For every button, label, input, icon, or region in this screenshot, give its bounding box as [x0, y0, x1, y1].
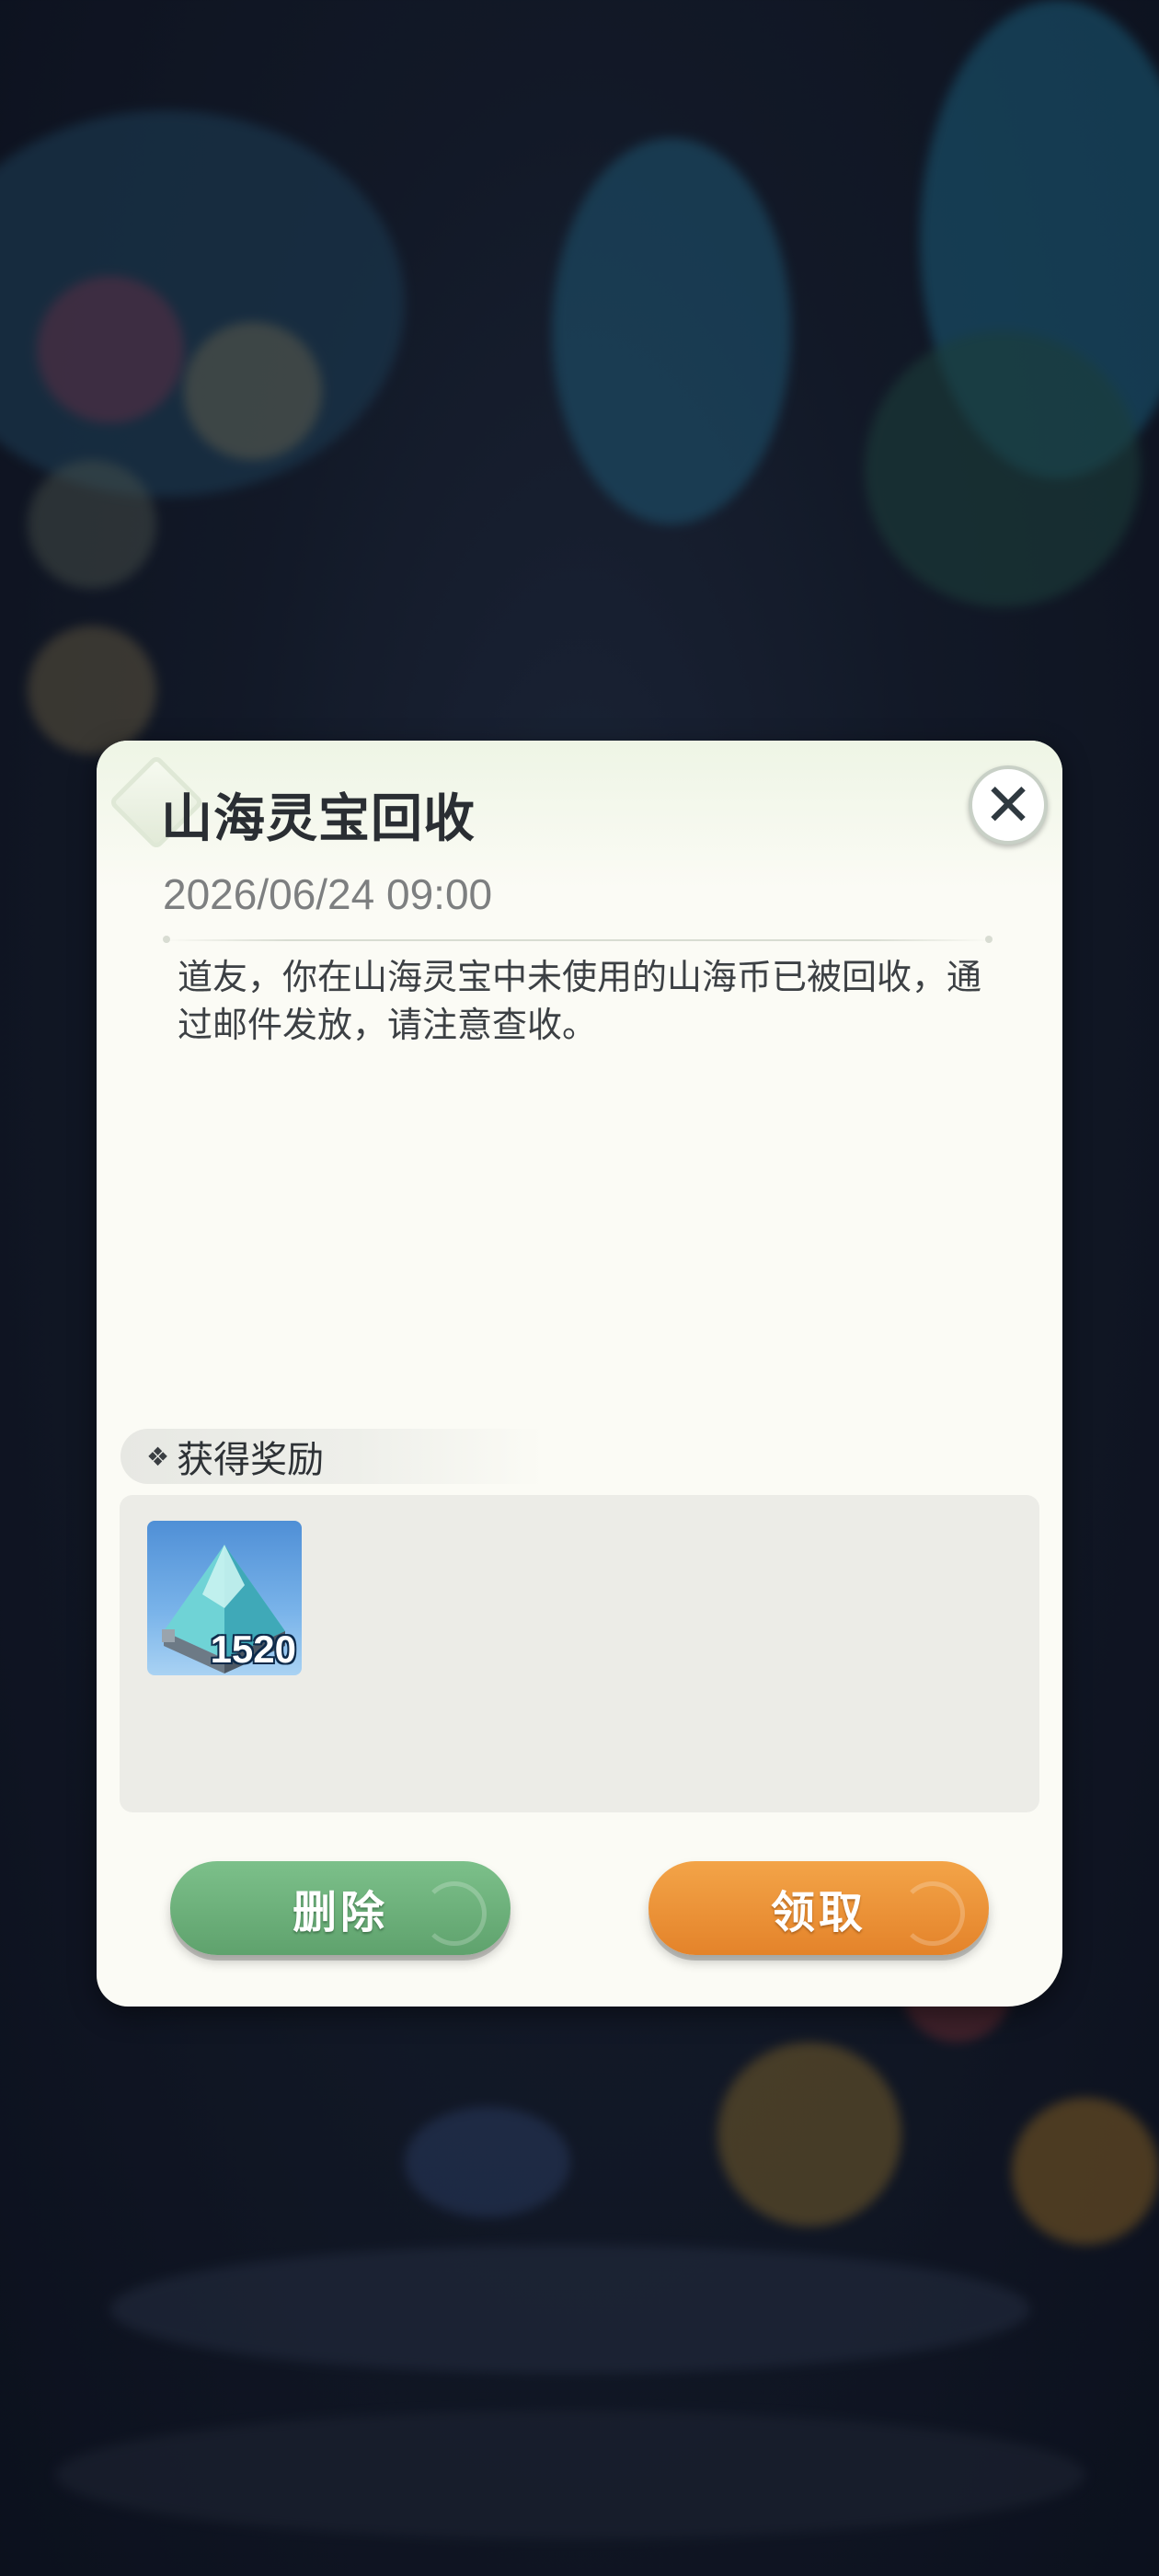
close-icon[interactable]: ✕: [969, 765, 1048, 845]
reward-item[interactable]: 1520: [147, 1521, 302, 1675]
claim-button[interactable]: 领取: [648, 1861, 989, 1955]
mail-body: 道友，你在山海灵宝中未使用的山海币已被回收，通过邮件发放，请注意查收。: [178, 959, 982, 1045]
mail-title: 山海灵宝回收: [161, 789, 476, 847]
mail-dialog: 山海灵宝回收 ✕ 2026/06/24 09:00 道友，你在山海灵宝中未使用的…: [97, 741, 1062, 2007]
reward-section-header: ❖ 获得奖励: [120, 1429, 544, 1484]
reward-list: 1520: [120, 1495, 1039, 1812]
mail-date: 2026/06/24 09:00: [163, 870, 493, 918]
delete-button-label: 删除: [292, 1889, 388, 1938]
reward-section-label: 获得奖励: [177, 1440, 325, 1480]
diamond-bullet-icon: ❖: [146, 1442, 170, 1471]
cloud-swirl-decoration: [422, 1881, 487, 1946]
delete-button[interactable]: 删除: [170, 1861, 511, 1955]
cloud-swirl-decoration: [901, 1881, 965, 1946]
divider: [163, 936, 993, 943]
reward-quantity: 1520: [210, 1627, 296, 1671]
claim-button-label: 领取: [770, 1889, 866, 1938]
